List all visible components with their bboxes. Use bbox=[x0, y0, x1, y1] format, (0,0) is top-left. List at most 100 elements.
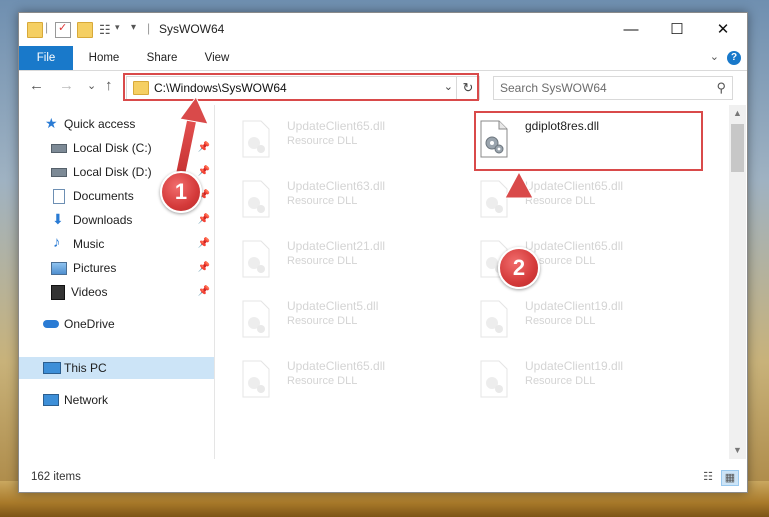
music-icon: ♪ bbox=[53, 234, 61, 251]
tab-file[interactable]: File bbox=[19, 46, 73, 70]
scroll-down-icon[interactable]: ▼ bbox=[729, 442, 746, 459]
back-button[interactable]: ← bbox=[29, 77, 44, 94]
recent-locations-button[interactable]: ⌄ bbox=[87, 79, 96, 92]
file-item[interactable]: UpdateClient19.dll Resource DLL bbox=[477, 355, 697, 405]
file-item[interactable]: UpdateClient65.dll Resource DLL bbox=[239, 355, 459, 405]
sidebar-item-onedrive[interactable]: OneDrive bbox=[19, 313, 214, 335]
pictures-icon bbox=[51, 262, 67, 275]
sidebar-item-label: OneDrive bbox=[64, 317, 115, 331]
pin-icon[interactable]: 📌 bbox=[198, 137, 210, 159]
tab-view[interactable]: View bbox=[195, 46, 239, 70]
address-highlight-box bbox=[123, 73, 479, 101]
file-type: Resource DLL bbox=[287, 255, 358, 267]
folder-icon bbox=[27, 22, 43, 38]
file-item[interactable]: UpdateClient21.dll Resource DLL bbox=[239, 235, 459, 285]
sidebar-item-music[interactable]: ♪ Music 📌 bbox=[19, 233, 214, 255]
details-view-icon[interactable]: ☷ bbox=[700, 470, 716, 484]
pin-icon[interactable]: 📌 bbox=[198, 281, 210, 303]
file-type: Resource DLL bbox=[525, 195, 596, 207]
file-name: UpdateClient19.dll bbox=[525, 359, 624, 373]
customize-toolbar-icon[interactable]: ☷ bbox=[99, 22, 113, 37]
sidebar-item-label: Videos bbox=[71, 285, 108, 299]
star-icon: ★ bbox=[45, 115, 58, 131]
up-button[interactable]: ↑ bbox=[105, 77, 113, 94]
toolbar-dropdown-icon[interactable]: ▾ bbox=[115, 22, 129, 36]
sidebar-item-label: Music bbox=[73, 237, 105, 251]
close-button[interactable]: ✕ bbox=[700, 13, 746, 45]
sidebar-item-quick-access[interactable]: ★ Quick access bbox=[19, 113, 214, 135]
file-item[interactable]: UpdateClient5.dll Resource DLL bbox=[239, 295, 459, 345]
sidebar-item-label: Local Disk (D:) bbox=[73, 165, 152, 179]
dll-file-icon bbox=[239, 179, 273, 219]
sidebar-item-this-pc[interactable]: This PC bbox=[19, 357, 214, 379]
computer-icon bbox=[43, 362, 61, 374]
file-name: UpdateClient65.dll bbox=[525, 179, 624, 193]
item-count: 162 items bbox=[31, 471, 81, 483]
sidebar-item-network[interactable]: Network bbox=[19, 389, 214, 411]
file-name: UpdateClient65.dll bbox=[287, 119, 386, 133]
pin-icon[interactable]: 📌 bbox=[198, 209, 210, 231]
new-folder-icon[interactable] bbox=[77, 22, 93, 38]
properties-icon[interactable]: ✓ bbox=[55, 22, 71, 38]
help-icon[interactable]: ? bbox=[727, 51, 741, 65]
file-item[interactable]: UpdateClient19.dll Resource DLL bbox=[477, 295, 697, 345]
file-type: Resource DLL bbox=[525, 315, 596, 327]
dll-file-icon bbox=[239, 299, 273, 339]
sidebar-item-label: Local Disk (C:) bbox=[73, 141, 152, 155]
sidebar-item-label: Pictures bbox=[73, 261, 117, 275]
file-type: Resource DLL bbox=[525, 375, 596, 387]
title-bar: | ✓ ☷ ▾ ▾ | SysWOW64 — ☐ ✕ bbox=[19, 13, 747, 46]
file-name: UpdateClient63.dll bbox=[287, 179, 386, 193]
scroll-thumb[interactable] bbox=[731, 124, 744, 172]
forward-button[interactable]: → bbox=[59, 77, 74, 94]
file-type: Resource DLL bbox=[287, 315, 358, 327]
sidebar-item-label: Documents bbox=[73, 189, 134, 203]
file-type: Resource DLL bbox=[287, 195, 358, 207]
file-type: Resource DLL bbox=[287, 375, 358, 387]
file-item[interactable]: UpdateClient63.dll Resource DLL bbox=[239, 175, 459, 225]
drive-icon bbox=[51, 168, 67, 177]
step-1-badge: 1 bbox=[160, 171, 202, 213]
search-icon[interactable]: ⚲ bbox=[716, 80, 726, 96]
dll-file-icon bbox=[477, 359, 511, 399]
minimize-button[interactable]: — bbox=[608, 13, 654, 45]
search-box[interactable]: Search SysWOW64 ⚲ bbox=[493, 76, 733, 100]
tab-share[interactable]: Share bbox=[137, 46, 187, 70]
file-item[interactable]: UpdateClient65.dll Resource DLL bbox=[239, 115, 459, 165]
videos-icon bbox=[51, 285, 65, 300]
sidebar-item-label: Quick access bbox=[64, 117, 136, 131]
sidebar-item-label: Network bbox=[64, 393, 109, 407]
toolbar-more-icon[interactable]: ▾ bbox=[131, 22, 145, 36]
cloud-icon bbox=[43, 320, 59, 328]
documents-icon bbox=[53, 189, 65, 204]
download-icon: ⬇ bbox=[52, 211, 64, 227]
sidebar-item-videos[interactable]: Videos 📌 bbox=[19, 281, 214, 303]
maximize-button[interactable]: ☐ bbox=[654, 13, 700, 45]
ribbon-tabs: File Home Share View ⌄ ? bbox=[19, 46, 747, 71]
status-bar: 162 items ☷ ▦ bbox=[19, 465, 747, 490]
sidebar-item-local-disk-c[interactable]: Local Disk (C:) 📌 bbox=[19, 137, 214, 159]
vertical-scrollbar[interactable]: ▲ ▼ bbox=[729, 105, 746, 459]
navigation-pane: ★ Quick access Local Disk (C:) 📌 Local D… bbox=[19, 105, 215, 459]
large-icons-view-icon[interactable]: ▦ bbox=[721, 470, 739, 486]
file-name: UpdateClient65.dll bbox=[287, 359, 386, 373]
pin-icon[interactable]: 📌 bbox=[198, 161, 210, 183]
pin-icon[interactable]: 📌 bbox=[198, 233, 210, 255]
dll-file-icon bbox=[477, 179, 511, 219]
file-name: UpdateClient19.dll bbox=[525, 299, 624, 313]
file-item[interactable]: UpdateClient65.dll Resource DLL bbox=[477, 175, 697, 225]
expand-ribbon-icon[interactable]: ⌄ bbox=[710, 50, 719, 63]
search-input[interactable]: Search SysWOW64 bbox=[500, 81, 607, 95]
window-title: SysWOW64 bbox=[159, 22, 225, 36]
step-2-badge: 2 bbox=[498, 247, 540, 289]
network-icon bbox=[43, 394, 59, 406]
scroll-up-icon[interactable]: ▲ bbox=[729, 105, 746, 122]
file-type: Resource DLL bbox=[287, 135, 358, 147]
sidebar-item-label: This PC bbox=[64, 361, 107, 375]
dll-file-icon bbox=[239, 119, 273, 159]
sidebar-item-label: Downloads bbox=[73, 213, 133, 227]
file-highlight-box bbox=[474, 111, 703, 171]
sidebar-item-pictures[interactable]: Pictures 📌 bbox=[19, 257, 214, 279]
pin-icon[interactable]: 📌 bbox=[198, 257, 210, 279]
tab-home[interactable]: Home bbox=[79, 46, 129, 70]
